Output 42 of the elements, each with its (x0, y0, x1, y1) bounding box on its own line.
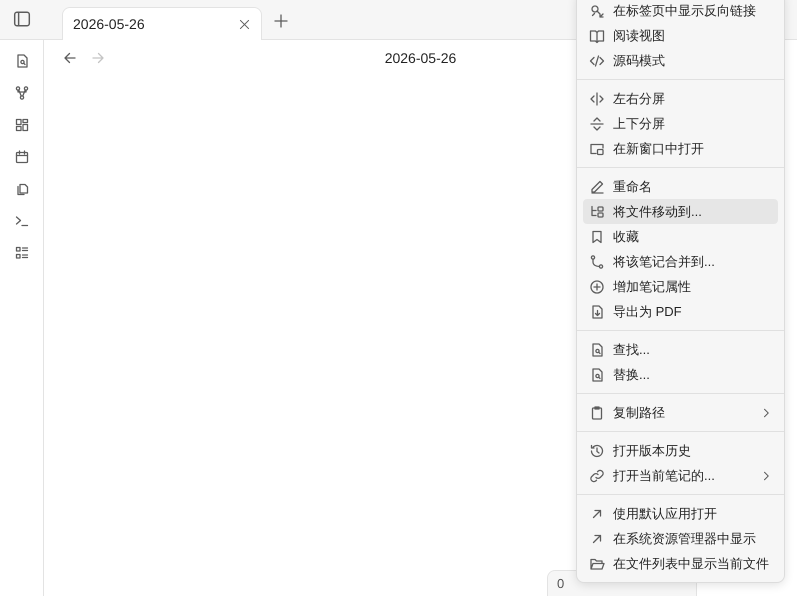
back-arrow-icon[interactable] (62, 50, 78, 66)
menu-item[interactable]: 将该笔记合并到... (583, 249, 778, 274)
link-icon (589, 468, 605, 484)
menu-item[interactable]: 在标签页中显示反向链接 (583, 0, 778, 23)
menu-item[interactable]: 替换... (583, 362, 778, 387)
split-horizontal-icon (589, 116, 605, 132)
split-vertical-icon (589, 90, 605, 106)
graph-icon[interactable] (14, 85, 30, 101)
clipboard-icon (589, 404, 605, 420)
menu-item[interactable]: 打开当前笔记的... (583, 463, 778, 488)
pencil-icon (589, 178, 605, 194)
merge-icon (589, 254, 605, 270)
menu-item[interactable]: 源码模式 (583, 48, 778, 73)
backlink-icon (589, 2, 605, 18)
close-icon[interactable] (238, 18, 251, 30)
move-icon (589, 204, 605, 220)
plus-icon[interactable] (273, 13, 289, 29)
menu-item[interactable]: 复制路径 (583, 400, 778, 425)
menu-item[interactable]: 导出为 PDF (583, 299, 778, 324)
plus-circle-icon (589, 278, 605, 294)
menu-item[interactable]: 收藏 (583, 224, 778, 249)
checklist-icon[interactable] (14, 245, 30, 261)
menu-item[interactable]: 重命名 (583, 174, 778, 199)
menu-item[interactable]: 上下分屏 (583, 111, 778, 136)
menu-item[interactable]: 左右分屏 (583, 86, 778, 111)
grid-icon[interactable] (14, 117, 30, 133)
menu-item[interactable]: 将文件移动到... (583, 199, 778, 224)
menu-item[interactable]: 使用默认应用打开 (583, 501, 778, 526)
tab-title: 2026-05-26 (73, 16, 145, 32)
menu-item[interactable]: 在新窗口中打开 (583, 136, 778, 161)
sidebar-toggle-icon[interactable] (13, 10, 31, 28)
menu-item[interactable]: 查找... (583, 337, 778, 362)
menu-item[interactable]: 增加笔记属性 (583, 274, 778, 299)
book-icon (589, 28, 605, 44)
menu-item[interactable]: 打开版本历史 (583, 438, 778, 463)
note-title: 2026-05-26 (384, 50, 456, 66)
menu-item[interactable]: 在系统资源管理器中显示 (583, 526, 778, 551)
history-icon (589, 442, 605, 458)
menu-item[interactable]: 阅读视图 (583, 23, 778, 48)
note-tab[interactable]: 2026-05-26 (62, 7, 262, 40)
code-icon (589, 52, 605, 68)
calendar-icon[interactable] (14, 149, 30, 165)
